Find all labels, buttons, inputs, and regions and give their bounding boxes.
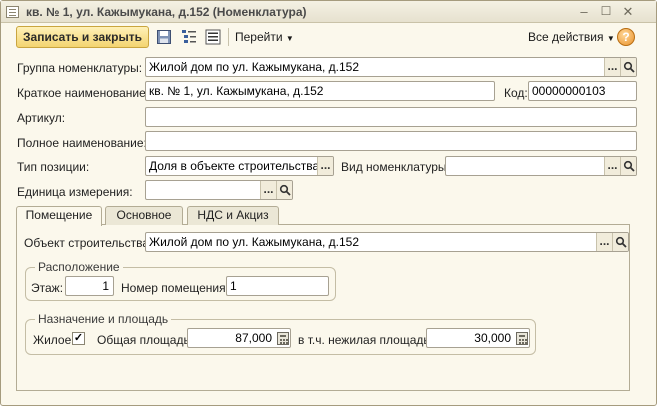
short-name-label: Краткое наименование:	[17, 86, 150, 100]
structure-icon[interactable]	[181, 29, 197, 45]
full-name-field[interactable]	[145, 131, 637, 151]
group-field[interactable]: Жилой дом по ул. Кажымукана, д.152 ...	[145, 57, 637, 77]
room-number-field[interactable]: 1	[226, 276, 329, 296]
code-value: 00000000103	[532, 84, 606, 98]
maximize-icon[interactable]: ☐	[598, 4, 614, 19]
construction-object-field[interactable]: Жилой дом по ул. Кажымукана, д.152 ...	[145, 232, 629, 252]
location-group-title: Расположение	[35, 260, 123, 274]
goto-label: Перейти	[235, 30, 283, 44]
nomenclature-kind-label: Вид номенклатуры:	[341, 160, 450, 174]
minimize-icon[interactable]: –	[576, 4, 592, 19]
toolbar: Записать и закрыть Перейти ▼ Все действи…	[1, 24, 656, 50]
group-label: Группа номенклатуры:	[17, 61, 143, 75]
close-icon[interactable]: ✕	[620, 4, 636, 19]
title-bar[interactable]: кв. № 1, ул. Кажымукана, д.152 (Номенкла…	[1, 1, 656, 23]
select-button[interactable]: ...	[317, 157, 333, 175]
help-button[interactable]: ?	[617, 28, 635, 46]
full-name-label: Полное наименование:	[17, 136, 147, 150]
search-icon[interactable]	[620, 58, 636, 76]
save-and-close-button[interactable]: Записать и закрыть	[16, 26, 149, 48]
nonresidential-area-label: в т.ч. нежилая площадь:	[298, 333, 433, 347]
list-icon[interactable]	[205, 29, 221, 45]
select-button[interactable]: ...	[596, 233, 612, 251]
tab-vat-excise[interactable]: НДС и Акциз	[187, 206, 279, 225]
position-type-label: Тип позиции:	[17, 160, 90, 174]
room-number-label: Номер помещения:	[121, 281, 229, 295]
tab-main[interactable]: Основное	[105, 206, 183, 225]
tab-premises[interactable]: Помещение	[16, 206, 102, 226]
document-window: кв. № 1, ул. Кажымукана, д.152 (Номенкла…	[0, 0, 657, 406]
room-number-value: 1	[230, 279, 237, 293]
nonresidential-area-field[interactable]: 30,000	[426, 328, 530, 348]
group-value: Жилой дом по ул. Кажымукана, д.152	[149, 60, 360, 74]
unit-field[interactable]: ...	[145, 180, 293, 200]
search-icon[interactable]	[612, 233, 628, 251]
construction-object-value: Жилой дом по ул. Кажымукана, д.152	[149, 235, 360, 249]
calculator-icon[interactable]	[277, 332, 289, 345]
nomenclature-kind-field[interactable]: ...	[445, 156, 637, 176]
floor-field[interactable]: 1	[65, 276, 114, 296]
calculator-icon[interactable]	[516, 332, 528, 345]
search-icon[interactable]	[620, 157, 636, 175]
select-button[interactable]: ...	[260, 181, 276, 199]
chevron-down-icon: ▼	[606, 34, 615, 43]
save-icon[interactable]	[156, 29, 172, 45]
floor-label: Этаж:	[31, 281, 64, 295]
tab-panel-premises: Объект строительства: Жилой дом по ул. К…	[16, 224, 630, 391]
all-actions-menu[interactable]: Все действия ▼	[528, 30, 615, 44]
article-label: Артикул:	[17, 111, 66, 125]
residential-label: Жилое:	[33, 333, 75, 347]
chevron-down-icon: ▼	[285, 34, 294, 43]
all-actions-label: Все действия	[528, 30, 604, 44]
toolbar-separator	[228, 28, 229, 46]
window-title: кв. № 1, ул. Кажымукана, д.152 (Номенкла…	[26, 5, 307, 19]
purpose-area-group-title: Назначение и площадь	[35, 312, 172, 326]
floor-value: 1	[102, 279, 109, 293]
select-button[interactable]: ...	[604, 157, 620, 175]
code-label: Код:	[504, 86, 528, 100]
code-field[interactable]: 00000000103	[528, 81, 637, 101]
select-button[interactable]: ...	[604, 58, 620, 76]
short-name-field[interactable]: кв. № 1, ул. Кажымукана, д.152	[145, 81, 495, 101]
construction-object-label: Объект строительства:	[24, 236, 153, 250]
document-icon	[6, 6, 19, 18]
nonresidential-area-value: 30,000	[474, 331, 511, 345]
unit-label: Единица измерения:	[17, 185, 133, 199]
goto-menu[interactable]: Перейти ▼	[235, 30, 294, 44]
residential-checkbox[interactable]: ✓	[72, 332, 85, 345]
total-area-value: 87,000	[235, 331, 272, 345]
total-area-label: Общая площадь:	[97, 333, 194, 347]
short-name-value: кв. № 1, ул. Кажымукана, д.152	[149, 84, 324, 98]
search-icon[interactable]	[276, 181, 292, 199]
position-type-value: Доля в объекте строительства (і	[149, 159, 330, 173]
position-type-field[interactable]: Доля в объекте строительства (і ...	[145, 156, 334, 176]
total-area-field[interactable]: 87,000	[187, 328, 291, 348]
article-field[interactable]	[145, 107, 637, 127]
